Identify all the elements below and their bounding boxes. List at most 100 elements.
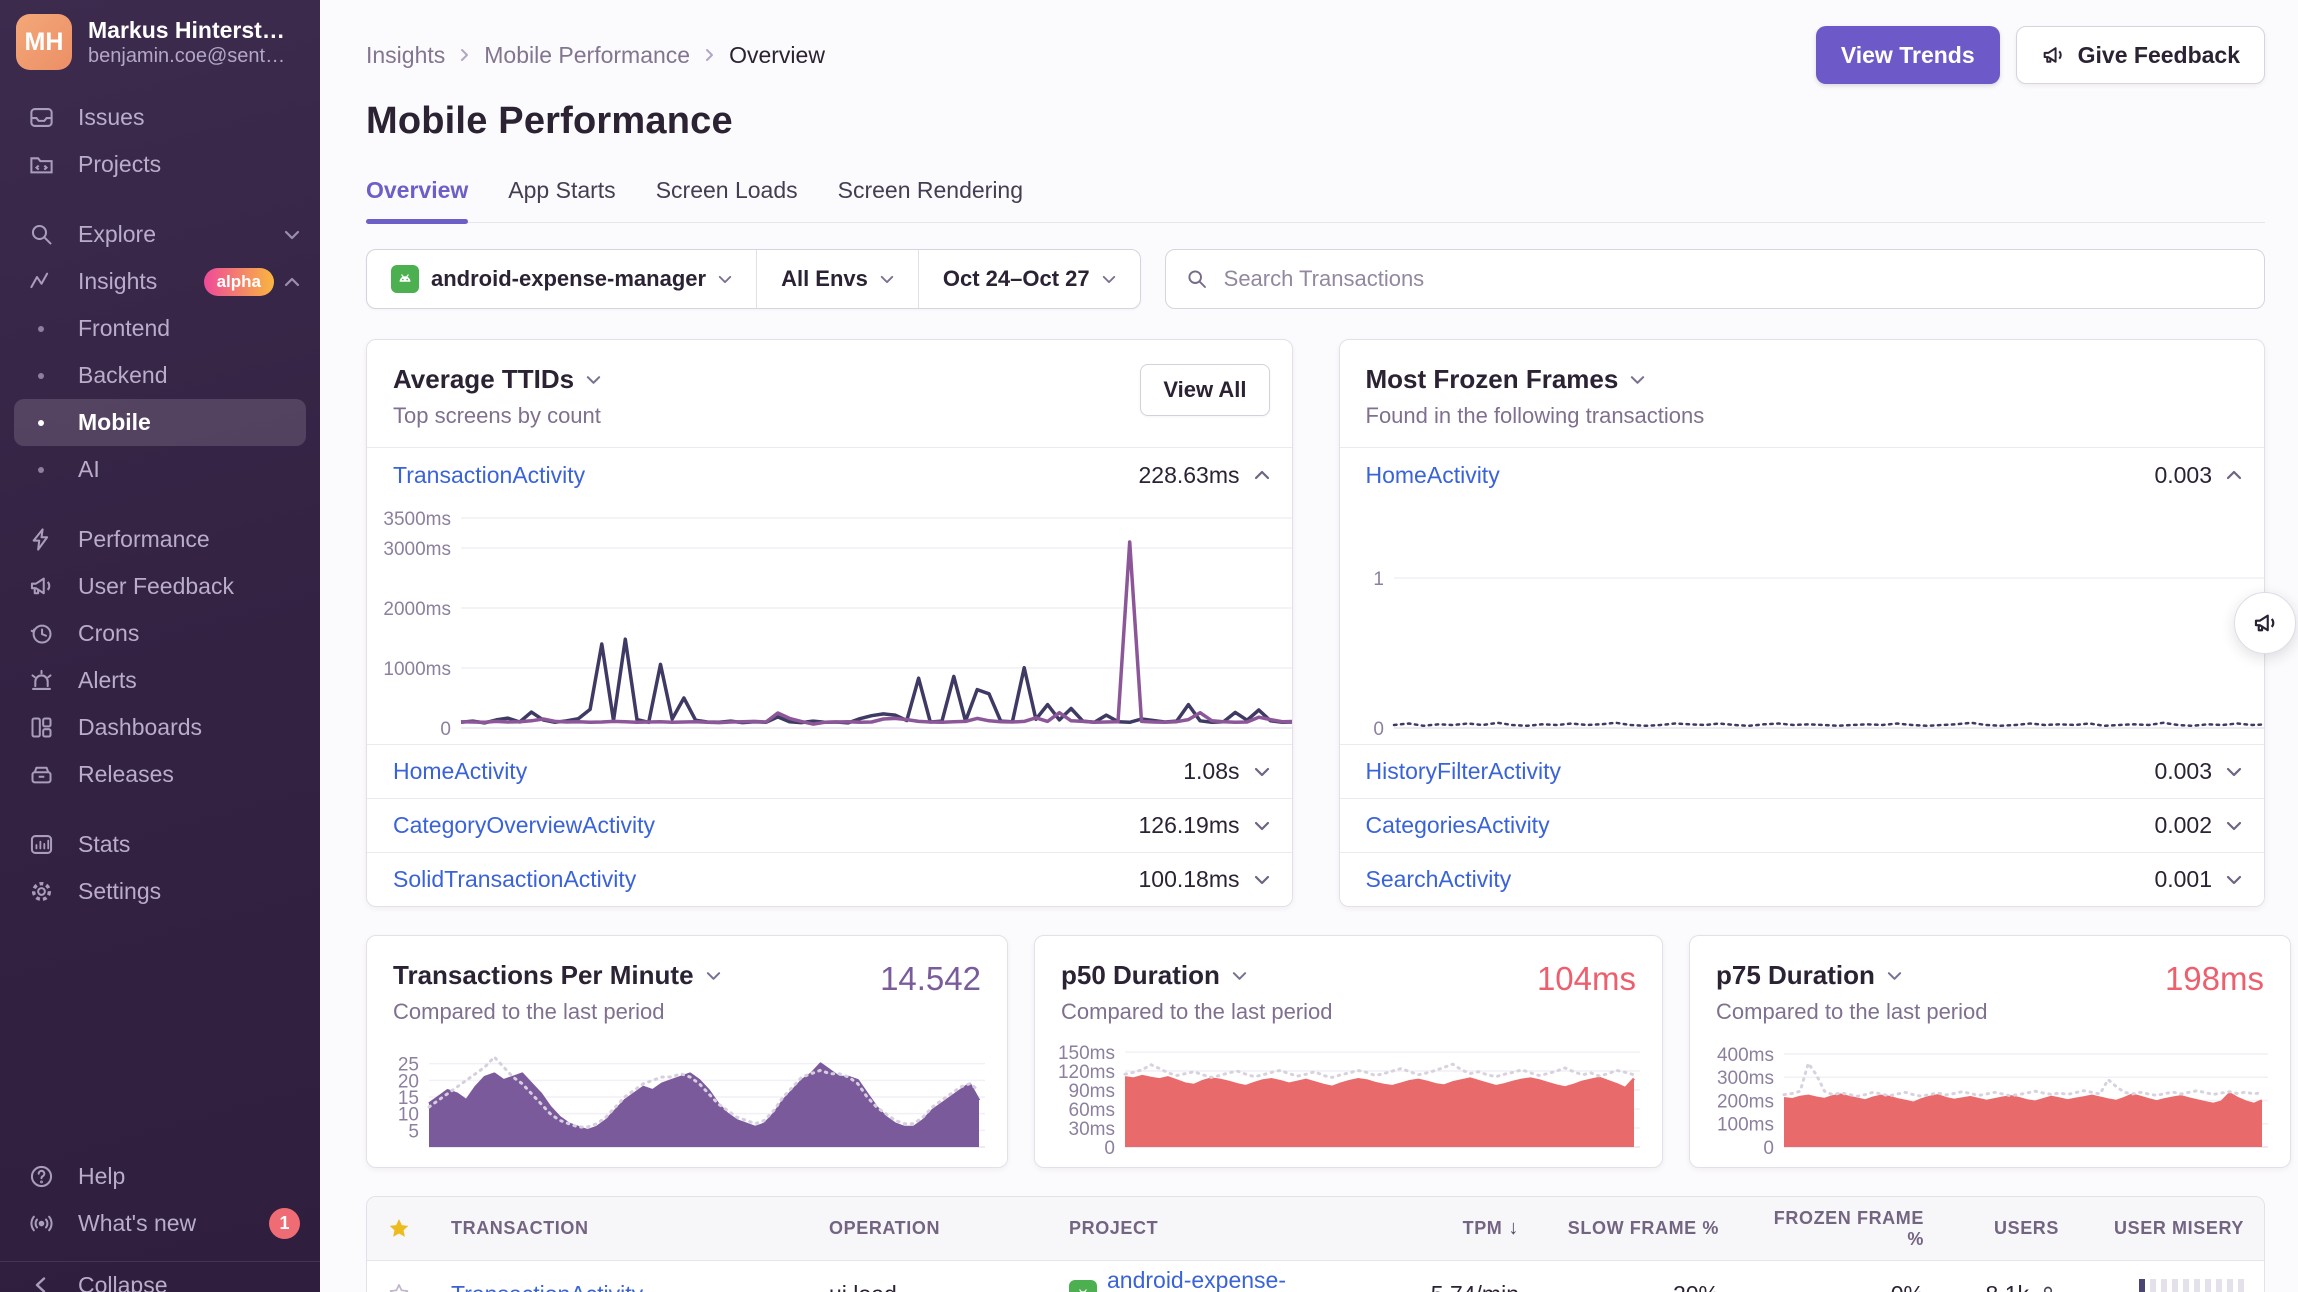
svg-text:30ms: 30ms — [1069, 1119, 1115, 1140]
svg-text:3500ms: 3500ms — [383, 509, 451, 530]
most-frozen-frames-title[interactable]: Most Frozen Frames — [1366, 364, 2243, 395]
bullet-icon — [38, 326, 44, 332]
sidebar-item-stats[interactable]: Stats — [0, 821, 320, 868]
tab-bar: Overview App Starts Screen Loads Screen … — [366, 177, 2265, 223]
column-header-transaction[interactable]: TRANSACTION — [431, 1218, 809, 1239]
column-header-slow-frame[interactable]: SLOW FRAME % — [1539, 1218, 1739, 1239]
tpm-card: Transactions Per Minute Compared to the … — [366, 935, 1008, 1168]
column-header-project[interactable]: PROJECT — [1049, 1218, 1389, 1239]
android-icon — [391, 265, 419, 293]
p50-card-title[interactable]: p50 Duration — [1061, 960, 1537, 991]
chevron-down-icon — [284, 230, 300, 240]
floating-feedback-button[interactable] — [2234, 592, 2296, 654]
user-menu[interactable]: MH Markus Hinterst… benjamin.coe@sent… — [0, 0, 320, 80]
chevron-down-icon[interactable] — [1254, 875, 1270, 885]
chevron-down-icon[interactable] — [1254, 821, 1270, 831]
date-range-selector[interactable]: Oct 24–Oct 27 — [918, 250, 1140, 308]
releases-icon — [26, 761, 56, 788]
column-header-frozen-frame[interactable]: FROZEN FRAME % — [1739, 1208, 1944, 1250]
chevron-up-icon[interactable] — [2226, 470, 2242, 480]
list-item: CategoryOverviewActivity 126.19ms — [367, 798, 1292, 852]
sidebar-item-dashboards[interactable]: Dashboards — [0, 704, 320, 751]
svg-text:2000ms: 2000ms — [383, 599, 451, 620]
p75-chart: 400ms300ms200ms100ms0 — [1690, 1025, 2290, 1155]
column-header-tpm[interactable]: TPM ↓ — [1389, 1217, 1539, 1240]
column-header-users[interactable]: USERS — [1944, 1218, 2079, 1239]
tab-screen-loads[interactable]: Screen Loads — [656, 177, 798, 222]
list-item: SearchActivity 0.001 — [1340, 852, 2265, 906]
sidebar-item-frontend[interactable]: Frontend — [0, 305, 320, 352]
view-trends-button[interactable]: View Trends — [1816, 26, 2000, 84]
transaction-link[interactable]: HomeActivity — [1366, 462, 2155, 489]
view-all-button[interactable]: View All — [1140, 364, 1269, 416]
p50-chart: 150ms120ms90ms60ms30ms0 — [1035, 1025, 1662, 1155]
project-selector[interactable]: android-expense-manager — [367, 250, 756, 308]
sidebar-item-crons[interactable]: Crons — [0, 610, 320, 657]
sidebar-collapse-button[interactable]: Collapse — [0, 1261, 320, 1292]
chevron-up-icon[interactable] — [1254, 470, 1270, 480]
breadcrumb-insights[interactable]: Insights — [366, 42, 445, 69]
sidebar-item-ai[interactable]: AI — [0, 446, 320, 493]
svg-text:400ms: 400ms — [1717, 1045, 1774, 1066]
column-header-operation[interactable]: OPERATION — [809, 1218, 1049, 1239]
chevron-down-icon[interactable] — [2226, 875, 2242, 885]
sidebar-item-mobile[interactable]: Mobile — [14, 399, 306, 446]
sidebar-item-insights[interactable]: Insights alpha — [0, 258, 320, 305]
sidebar-item-projects[interactable]: Projects — [0, 141, 320, 188]
average-ttids-title[interactable]: Average TTIDs — [393, 364, 1140, 395]
sidebar-item-explore[interactable]: Explore — [0, 211, 320, 258]
sidebar-item-issues[interactable]: Issues — [0, 94, 320, 141]
transaction-link[interactable]: SearchActivity — [1366, 866, 2155, 893]
bullet-icon — [38, 467, 44, 473]
users-cell: 8.1k — [1944, 1261, 2079, 1292]
sidebar-item-whats-new[interactable]: What's new 1 — [0, 1200, 320, 1247]
transaction-link[interactable]: CategoryOverviewActivity — [393, 812, 1138, 839]
svg-text:1: 1 — [1373, 569, 1384, 590]
transaction-link[interactable]: HomeActivity — [393, 758, 1183, 785]
tab-screen-rendering[interactable]: Screen Rendering — [838, 177, 1023, 222]
user-misery-bar — [2139, 1279, 2244, 1292]
sidebar-item-help[interactable]: Help — [0, 1153, 320, 1200]
sidebar-item-alerts[interactable]: Alerts — [0, 657, 320, 704]
p75-card-title[interactable]: p75 Duration — [1716, 960, 2165, 991]
transaction-link[interactable]: CategoriesActivity — [1366, 812, 2155, 839]
project-link[interactable]: android-expense-manager — [1107, 1267, 1369, 1292]
sidebar-item-releases[interactable]: Releases — [0, 751, 320, 798]
sidebar-item-user-feedback[interactable]: User Feedback — [0, 563, 320, 610]
megaphone-icon — [26, 573, 56, 600]
star-column-header[interactable] — [367, 1216, 431, 1242]
most-frozen-frames-subtitle: Found in the following transactions — [1366, 403, 2243, 429]
chevron-down-icon[interactable] — [2226, 767, 2242, 777]
environment-selector[interactable]: All Envs — [756, 250, 918, 308]
ttid-value: 228.63ms — [1138, 462, 1239, 489]
transaction-link[interactable]: TransactionActivity — [451, 1281, 643, 1292]
sidebar-item-settings[interactable]: Settings — [0, 868, 320, 915]
column-header-user-misery[interactable]: USER MISERY — [2079, 1218, 2264, 1239]
gear-icon — [26, 878, 56, 905]
slow-frame-cell: 20% — [1539, 1261, 1739, 1292]
chevron-down-icon[interactable] — [2226, 821, 2242, 831]
page-filter-bar: android-expense-manager All Envs Oct 24–… — [366, 249, 1141, 309]
average-ttids-subtitle: Top screens by count — [393, 403, 1140, 429]
search-transactions-input[interactable] — [1165, 249, 2265, 309]
star-toggle[interactable] — [367, 1261, 431, 1292]
transaction-link[interactable]: TransactionActivity — [393, 462, 1138, 489]
chevron-down-icon[interactable] — [1254, 767, 1270, 777]
chevron-down-icon — [586, 375, 601, 385]
transaction-link[interactable]: HistoryFilterActivity — [1366, 758, 2155, 785]
broadcast-icon — [26, 1210, 56, 1237]
tpm-cell: 5.74/min — [1389, 1261, 1539, 1292]
issues-icon — [26, 104, 56, 131]
list-item: SolidTransactionActivity 100.18ms — [367, 852, 1292, 906]
transaction-link[interactable]: SolidTransactionActivity — [393, 866, 1138, 893]
sidebar-item-backend[interactable]: Backend — [0, 352, 320, 399]
tab-overview[interactable]: Overview — [366, 177, 468, 222]
tab-app-starts[interactable]: App Starts — [508, 177, 615, 222]
tpm-card-title[interactable]: Transactions Per Minute — [393, 960, 880, 991]
user-icon — [2037, 1283, 2059, 1292]
operation-cell: ui.load — [809, 1261, 1049, 1292]
svg-text:0: 0 — [440, 719, 451, 736]
breadcrumb-mobile-performance[interactable]: Mobile Performance — [484, 42, 690, 69]
sidebar-item-performance[interactable]: Performance — [0, 516, 320, 563]
give-feedback-button[interactable]: Give Feedback — [2016, 26, 2265, 84]
